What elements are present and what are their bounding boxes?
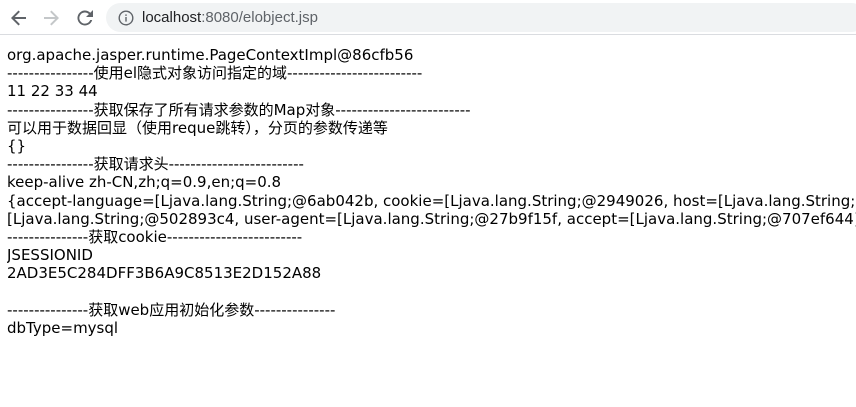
- page-content: org.apache.jasper.runtime.PageContextImp…: [7, 46, 856, 337]
- section-divider-params: ----------------获取保存了所有请求参数的Map对象-------…: [7, 100, 471, 119]
- header-map-text-2: [Ljava.lang.String;@502893c4, user-agent…: [7, 209, 856, 228]
- scope-values-text: 11 22 33 44: [7, 82, 98, 101]
- cookie-name-text: JSESSIONID: [7, 246, 93, 265]
- header-values-text: keep-alive zh-CN,zh;q=0.9,en;q=0.8: [7, 173, 282, 192]
- reload-icon[interactable]: [73, 6, 97, 30]
- section-divider-scopes: ----------------使用el隐式对象访问指定的域----------…: [7, 64, 423, 83]
- params-map-text: {}: [7, 136, 27, 155]
- page-context-text: org.apache.jasper.runtime.PageContextImp…: [7, 46, 414, 64]
- back-arrow-icon[interactable]: [7, 6, 31, 30]
- cookie-value-text: 2AD3E5C284DFF3B6A9C8513E2D152A88: [7, 264, 322, 283]
- address-bar[interactable]: localhost:8080/elobject.jsp: [106, 3, 856, 32]
- init-param-text: dbType=mysql: [7, 318, 119, 337]
- info-icon[interactable]: [118, 10, 134, 26]
- browser-toolbar: localhost:8080/elobject.jsp: [0, 0, 856, 35]
- params-description-text: 可以用于数据回显（使用reque跳转），分页的参数传递等: [7, 118, 388, 137]
- url-text[interactable]: localhost:8080/elobject.jsp: [142, 9, 318, 26]
- section-divider-headers: ----------------获取请求头-------------------…: [7, 155, 304, 174]
- header-map-text-1: {accept-language=[Ljava.lang.String;@6ab…: [7, 191, 856, 210]
- url-path: :8080/elobject.jsp: [201, 9, 318, 26]
- section-divider-cookie: ---------------获取cookie-----------------…: [7, 227, 303, 246]
- url-host: localhost: [142, 9, 202, 26]
- section-divider-init-params: ---------------获取web应用初始化参数-------------…: [7, 300, 336, 319]
- forward-arrow-icon[interactable]: [39, 6, 63, 30]
